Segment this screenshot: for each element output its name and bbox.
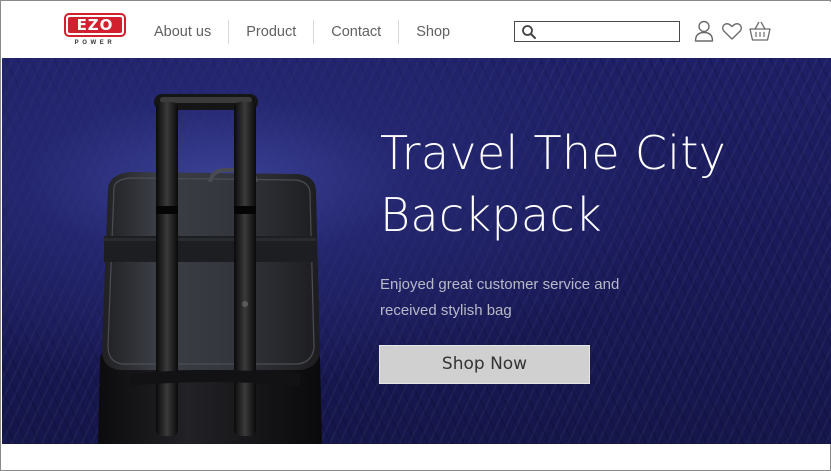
hero-title-line-2: Backpack xyxy=(380,188,602,242)
brand-logo[interactable]: EZO POWER xyxy=(64,13,130,49)
logo-box: EZO xyxy=(64,13,126,37)
hero-banner: Travel The City Backpack Enjoyed great c… xyxy=(2,58,831,444)
nav-item-about-us[interactable]: About us xyxy=(143,20,230,44)
shop-now-button[interactable]: Shop Now xyxy=(379,345,590,384)
nav-item-contact[interactable]: Contact xyxy=(314,20,400,44)
search-box[interactable] xyxy=(514,21,680,42)
nav-item-shop[interactable]: Shop xyxy=(399,20,467,44)
hero-subtitle: Enjoyed great customer service and recei… xyxy=(380,272,680,324)
hero-subtitle-line-2: received stylish bag xyxy=(380,302,512,319)
main-nav: About us Product Contact Shop xyxy=(143,20,467,44)
hero-title: Travel The City Backpack xyxy=(380,122,820,246)
search-input[interactable] xyxy=(541,23,677,40)
search-icon[interactable] xyxy=(521,24,537,40)
user-icon[interactable] xyxy=(692,19,716,43)
basket-icon[interactable] xyxy=(748,19,772,43)
logo-text: EZO xyxy=(68,17,122,33)
top-navigation-bar: EZO POWER About us Product Contact Shop xyxy=(2,2,831,58)
nav-item-product[interactable]: Product xyxy=(229,20,315,44)
hero-title-line-1: Travel The City xyxy=(380,126,727,180)
product-image-backpack-on-trolley xyxy=(98,94,322,444)
browser-frame: EZO POWER About us Product Contact Shop xyxy=(0,0,831,471)
logo-subtext: POWER xyxy=(74,40,116,46)
heart-icon[interactable] xyxy=(720,19,744,43)
hero-subtitle-line-1: Enjoyed great customer service and xyxy=(380,276,620,293)
